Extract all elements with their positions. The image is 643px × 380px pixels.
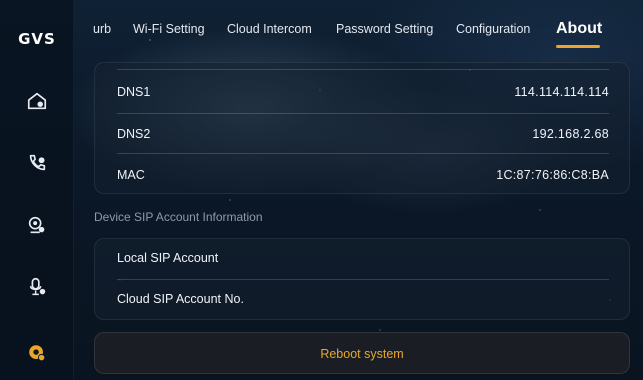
home-icon (27, 92, 47, 110)
microphone-icon (29, 277, 46, 296)
row-divider (117, 113, 609, 114)
sip-section-title: Device SIP Account Information (94, 210, 263, 224)
tab-urb[interactable]: urb (93, 22, 111, 36)
sidebar-item-call[interactable] (22, 148, 52, 178)
top-tab-bar: urb Wi-Fi Setting Cloud Intercom Passwor… (74, 0, 643, 60)
mac-row: MAC 1C:87:76:86:C8:BA (95, 156, 629, 196)
dns2-row: DNS2 192.168.2.68 (95, 115, 629, 155)
tab-configuration[interactable]: Configuration (456, 22, 530, 36)
active-tab-indicator (556, 45, 600, 48)
row-divider (117, 69, 609, 70)
dns2-label: DNS2 (117, 127, 151, 141)
sip-info-card: Local SIP Account Cloud SIP Account No. (94, 238, 630, 320)
tab-about[interactable]: About (556, 20, 602, 38)
dns1-row: DNS1 114.114.114.114 (95, 73, 629, 113)
sidebar: GVS (0, 0, 74, 380)
mac-value: 1C:87:76:86:C8:BA (496, 168, 609, 182)
local-sip-row[interactable]: Local SIP Account (95, 239, 629, 279)
network-info-card: DNS1 114.114.114.114 DNS2 192.168.2.68 M… (94, 62, 630, 194)
settings-gear-icon (29, 345, 46, 362)
dns1-label: DNS1 (117, 85, 151, 99)
tab-password-setting[interactable]: Password Setting (336, 22, 433, 36)
dns2-value: 192.168.2.68 (532, 127, 609, 141)
phone-icon (29, 154, 46, 171)
local-sip-label: Local SIP Account (117, 251, 219, 265)
sidebar-item-intercom[interactable] (22, 272, 52, 302)
tab-cloud-intercom[interactable]: Cloud Intercom (227, 22, 312, 36)
reboot-system-button[interactable]: Reboot system (94, 332, 630, 374)
sidebar-item-monitor[interactable] (22, 210, 52, 240)
sidebar-item-home[interactable] (22, 86, 52, 116)
row-divider (117, 153, 609, 154)
app-logo: GVS (18, 30, 56, 48)
sidebar-item-settings[interactable] (22, 338, 52, 368)
monitor-camera-icon (28, 216, 45, 234)
dns1-value: 114.114.114.114 (514, 85, 609, 99)
cloud-sip-row[interactable]: Cloud SIP Account No. (95, 280, 629, 320)
mac-label: MAC (117, 168, 145, 182)
tab-wifi-setting[interactable]: Wi-Fi Setting (133, 22, 205, 36)
cloud-sip-label: Cloud SIP Account No. (117, 292, 244, 306)
